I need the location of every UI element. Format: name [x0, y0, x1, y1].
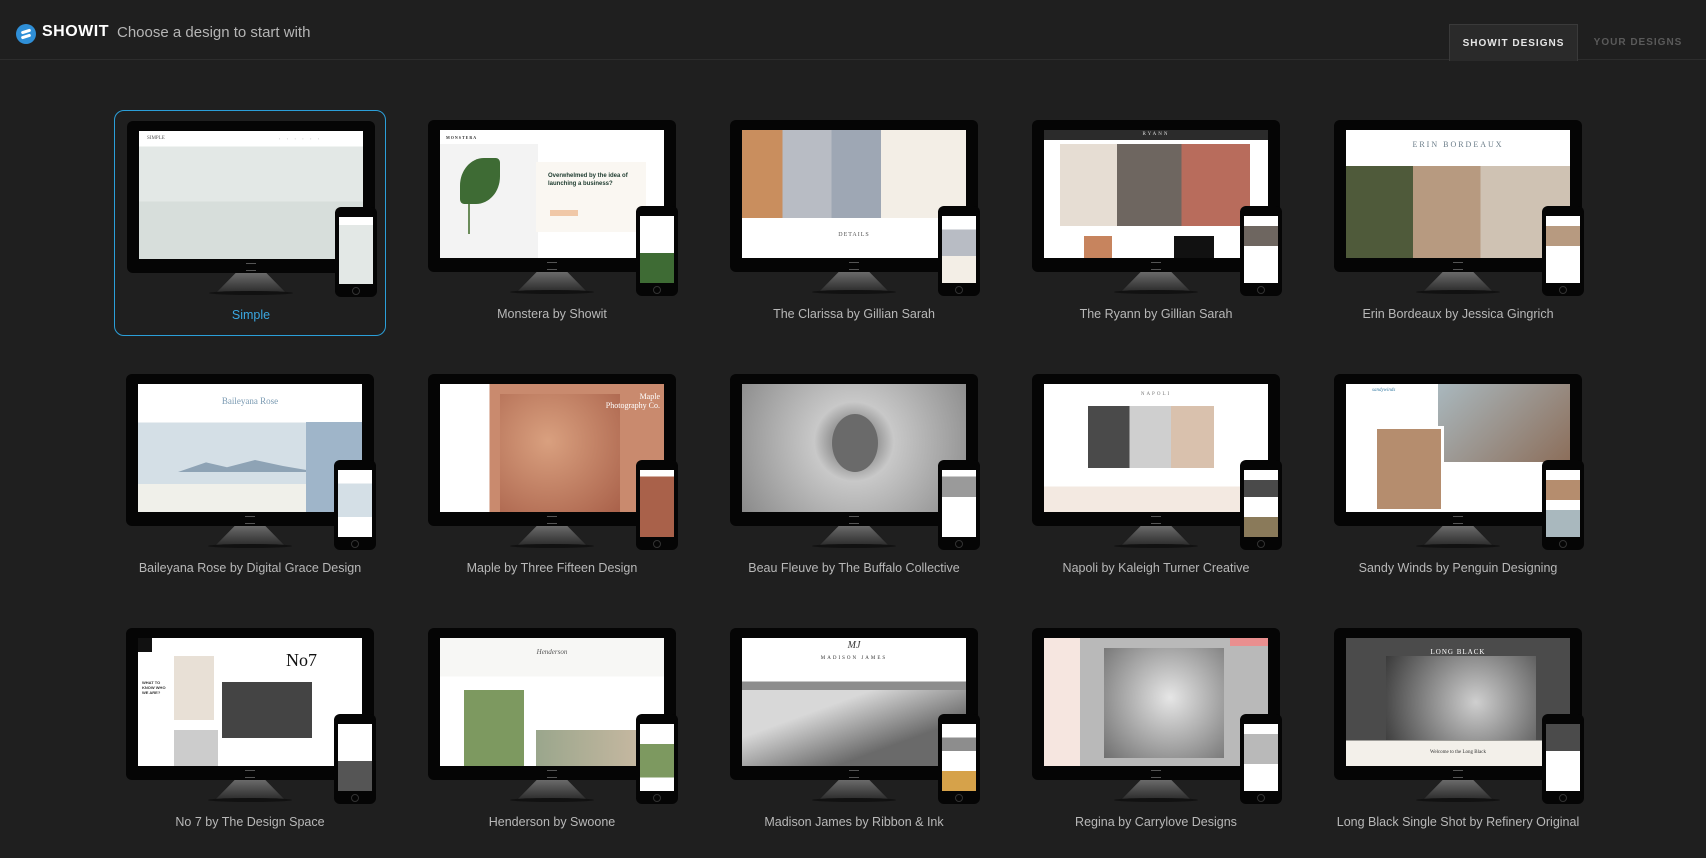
design-name: Long Black Single Shot by Refinery Origi… [1336, 815, 1580, 829]
mobile-preview [938, 206, 980, 296]
mobile-preview [636, 460, 678, 550]
mobile-preview [938, 714, 980, 804]
design-card-erin-bordeaux[interactable]: ERIN BORDEAUX Erin Bordeaux by Jessica G… [1322, 110, 1594, 336]
design-card-henderson[interactable]: Henderson Henderson by Swoone [416, 618, 688, 844]
design-name: Henderson by Swoone [488, 815, 616, 829]
mobile-preview [1240, 714, 1282, 804]
showit-logo-icon [16, 24, 36, 44]
design-card-no7[interactable]: No7 WHAT TO KNOW WHO WE ARE? No 7 by The… [114, 618, 386, 844]
brand-name: SHOWIT [42, 23, 109, 40]
mobile-preview [1542, 714, 1584, 804]
design-name: The Ryann by Gillian Sarah [1079, 307, 1233, 321]
design-card-ryann[interactable]: RYANN The Ryann by Gillian Sarah [1020, 110, 1292, 336]
design-card-baileyana-rose[interactable]: Baileyana Rose Baileyana Rose by Digital… [114, 364, 386, 590]
top-bar: SHOWIT Choose a design to start with SHO… [0, 0, 1706, 61]
design-name: Erin Bordeaux by Jessica Gingrich [1362, 307, 1554, 321]
design-card-clarissa[interactable]: DETAILS The Clarissa by Gillian Sarah [718, 110, 990, 336]
design-name: Napoli by Kaleigh Turner Creative [1062, 561, 1250, 575]
mobile-preview [1542, 206, 1584, 296]
design-name: Beau Fleuve by The Buffalo Collective [748, 561, 960, 575]
design-name: Simple [231, 308, 271, 322]
mobile-preview [334, 460, 376, 550]
design-name: Madison James by Ribbon & Ink [764, 815, 944, 829]
mobile-preview [1240, 460, 1282, 550]
mobile-preview [1542, 460, 1584, 550]
mobile-preview [334, 714, 376, 804]
design-name: Regina by Carrylove Designs [1075, 815, 1237, 829]
design-card-regina[interactable]: Regina by Carrylove Designs [1020, 618, 1292, 844]
design-card-beau-fleuve[interactable]: Beau Fleuve by The Buffalo Collective [718, 364, 990, 590]
design-card-maple[interactable]: Maple Photography Co. Maple by Three Fif… [416, 364, 688, 590]
design-name: The Clarissa by Gillian Sarah [773, 307, 935, 321]
tab-showit-designs[interactable]: SHOWIT DESIGNS [1449, 24, 1578, 61]
design-card-sandy-winds[interactable]: sandywinds Sandy Winds by Penguin Design… [1322, 364, 1594, 590]
design-card-long-black[interactable]: LONG BLACK Welcome to the Long Black Lon… [1322, 618, 1594, 844]
design-card-simple[interactable]: SIMPLE • • • • • • Simple [114, 110, 386, 336]
design-card-napoli[interactable]: NAPOLI Napoli by Kaleigh Turner Creative [1020, 364, 1292, 590]
mobile-preview [636, 206, 678, 296]
design-name: No 7 by The Design Space [175, 815, 325, 829]
mobile-preview [636, 714, 678, 804]
design-name: Monstera by Showit [497, 307, 607, 321]
design-name: Maple by Three Fifteen Design [466, 561, 638, 575]
design-name: Baileyana Rose by Digital Grace Design [138, 561, 362, 575]
page-title: Choose a design to start with [117, 24, 311, 41]
mobile-preview [938, 460, 980, 550]
design-card-monstera[interactable]: MONSTERA Overwhelmed by the idea of laun… [416, 110, 688, 336]
mobile-preview [1240, 206, 1282, 296]
tab-your-designs[interactable]: YOUR DESIGNS [1583, 24, 1693, 61]
design-name: Sandy Winds by Penguin Designing [1358, 561, 1558, 575]
design-card-madison-james[interactable]: MJ MADISON JAMES Madison James by Ribbon… [718, 618, 990, 844]
mobile-preview [335, 207, 377, 297]
